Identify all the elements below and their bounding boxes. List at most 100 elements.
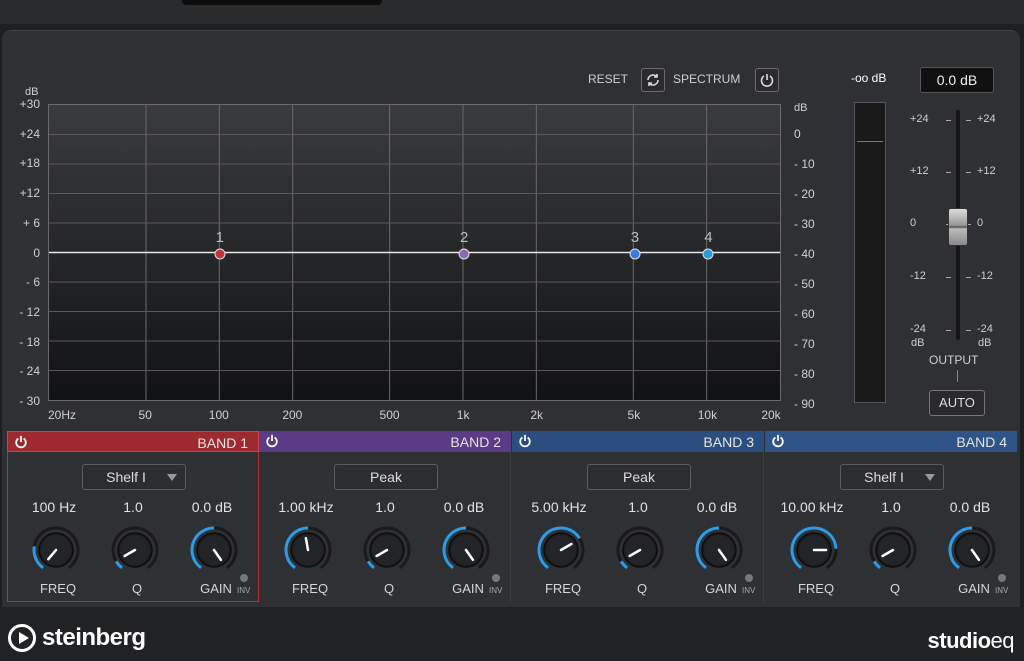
band-freq-label: FREQ xyxy=(291,581,329,596)
band-q-value[interactable]: 1.0 xyxy=(881,499,900,515)
band-freq-knob[interactable] xyxy=(283,525,333,575)
output-value-field[interactable]: 0.0 dB xyxy=(920,67,994,93)
band-gain-value[interactable]: 0.0 dB xyxy=(444,499,484,515)
chevron-down-icon xyxy=(167,474,177,481)
gain-invert-toggle[interactable] xyxy=(492,574,500,582)
band-3-header[interactable]: BAND 3 xyxy=(512,431,764,452)
gain-invert-toggle[interactable] xyxy=(998,574,1006,582)
invert-label: INV xyxy=(742,586,756,595)
gain-tick-label: - 24 xyxy=(19,364,40,379)
knob-icon xyxy=(190,526,238,574)
gain-invert-toggle[interactable] xyxy=(745,574,753,582)
output-scale-label-left: +24 xyxy=(910,113,929,125)
output-fader-handle[interactable] xyxy=(948,208,968,246)
chevron-down-icon xyxy=(925,474,935,481)
band-gain-knob[interactable] xyxy=(694,525,744,575)
band-filter-type-select[interactable]: Peak xyxy=(334,464,438,490)
frequency-tick-label: 10k xyxy=(697,408,718,422)
band-gain-knob[interactable] xyxy=(947,525,997,575)
band-freq-knob[interactable] xyxy=(536,525,586,575)
spectrum-tick-label: - 30 xyxy=(794,217,815,231)
steinberg-logo: steinberg xyxy=(8,624,146,652)
output-scale-tick xyxy=(946,120,951,121)
band-q-knob[interactable] xyxy=(615,525,665,575)
invert-label: INV xyxy=(995,586,1009,595)
eq-curve-display[interactable]: 1 2 3 4 xyxy=(48,104,781,401)
knob-icon xyxy=(537,526,585,574)
gain-tick-label: + 6 xyxy=(22,215,40,230)
band-q-value[interactable]: 1.0 xyxy=(375,499,394,515)
band-q-label: Q xyxy=(636,581,648,596)
band-filter-type-select[interactable]: Shelf I xyxy=(840,464,944,490)
filter-type-value: Peak xyxy=(370,469,402,485)
product-name-bold: studio xyxy=(927,628,992,653)
band-node-label: 3 xyxy=(630,228,640,246)
plugin-footer xyxy=(0,607,1024,661)
band-freq-value[interactable]: 1.00 kHz xyxy=(278,499,333,515)
spectrum-power-button[interactable] xyxy=(755,68,779,92)
band-q-label: Q xyxy=(383,581,395,596)
spectrum-tick-label: - 90 xyxy=(794,397,815,411)
band-q-value[interactable]: 1.0 xyxy=(123,499,142,515)
band-power-icon[interactable] xyxy=(771,434,785,448)
meter-peak-value: -oo dB xyxy=(851,71,887,85)
band-freq-knob[interactable] xyxy=(789,525,839,575)
band-gain-knob[interactable] xyxy=(189,525,239,575)
band-1-header[interactable]: BAND 1 xyxy=(7,431,259,452)
band-gain-value[interactable]: 0.0 dB xyxy=(697,499,737,515)
band-gain-label: GAIN xyxy=(705,581,737,596)
band-node-4[interactable] xyxy=(702,248,714,259)
filter-type-value: Shelf I xyxy=(106,469,146,485)
output-scale-tick xyxy=(966,120,971,121)
band-2-header[interactable]: BAND 2 xyxy=(259,431,511,452)
product-name-light: eq xyxy=(990,628,1015,653)
band-gain-knob[interactable] xyxy=(441,525,491,575)
output-level-meter xyxy=(854,102,886,403)
band-freq-value[interactable]: 100 Hz xyxy=(32,499,76,515)
host-top-bar xyxy=(0,0,1024,24)
host-slot xyxy=(182,0,382,5)
output-scale-label-right: 0 xyxy=(977,217,984,229)
band-power-icon[interactable] xyxy=(518,434,532,448)
knob-icon xyxy=(790,526,838,574)
reset-button[interactable] xyxy=(641,68,665,92)
gain-invert-toggle[interactable] xyxy=(240,574,248,582)
frequency-tick-label: 200 xyxy=(282,408,303,422)
output-scale-label-left: -12 xyxy=(910,270,926,282)
band-freq-label: FREQ xyxy=(797,581,835,596)
band-4-header[interactable]: BAND 4 xyxy=(765,431,1017,452)
band-freq-value[interactable]: 5.00 kHz xyxy=(531,499,586,515)
band-freq-value[interactable]: 10.00 kHz xyxy=(780,499,843,515)
band-node-1[interactable] xyxy=(214,248,226,259)
band-node-2[interactable] xyxy=(458,248,470,259)
output-scale-label-right: -12 xyxy=(977,270,993,282)
auto-link-line xyxy=(957,370,958,382)
gain-tick-label: +30 xyxy=(19,97,40,111)
frequency-tick-label: 1k xyxy=(456,408,470,422)
auto-button[interactable]: AUTO xyxy=(929,390,985,416)
band-gain-value[interactable]: 0.0 dB xyxy=(192,499,232,515)
band-q-knob[interactable] xyxy=(362,525,412,575)
band-filter-type-select[interactable]: Peak xyxy=(587,464,691,490)
output-scale-tick xyxy=(946,172,951,173)
band-freq-knob[interactable] xyxy=(31,525,81,575)
frequency-tick-label: 2k xyxy=(530,408,543,422)
band-filter-type-select[interactable]: Shelf I xyxy=(82,464,186,490)
knob-icon xyxy=(111,526,159,574)
frequency-tick-label: 20Hz xyxy=(47,408,77,422)
band-freq-label: FREQ xyxy=(39,581,77,596)
output-unit-right: dB xyxy=(978,337,992,349)
band-power-icon[interactable] xyxy=(265,434,279,448)
spectrum-tick-label: 0 xyxy=(794,127,801,141)
band-node-3[interactable] xyxy=(629,248,641,259)
band-title: BAND 3 xyxy=(703,434,754,450)
spectrum-tick-label: - 40 xyxy=(794,247,815,261)
band-q-knob[interactable] xyxy=(110,525,160,575)
output-scale-tick xyxy=(966,277,971,278)
band-gain-value[interactable]: 0.0 dB xyxy=(950,499,990,515)
band-power-icon[interactable] xyxy=(14,435,28,449)
band-q-value[interactable]: 1.0 xyxy=(628,499,647,515)
reset-label: RESET xyxy=(588,72,629,86)
band-q-knob[interactable] xyxy=(868,525,918,575)
band-node-label: 2 xyxy=(459,228,469,246)
